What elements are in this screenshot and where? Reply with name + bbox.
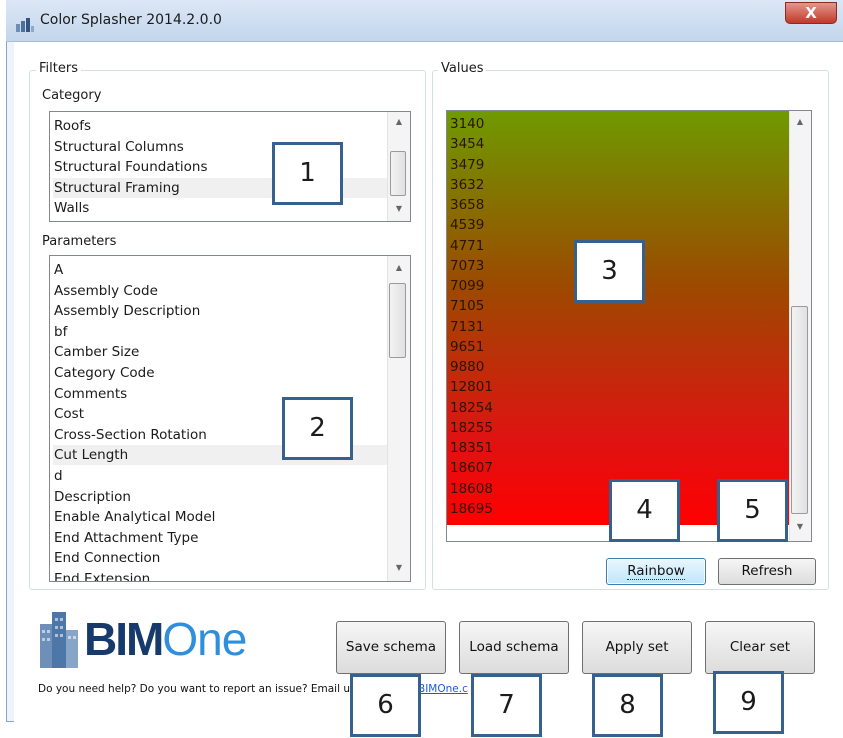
parameter-list-item[interactable]: Description — [53, 487, 388, 507]
parameters-scroll-thumb[interactable] — [389, 283, 406, 358]
bimone-building-icon — [32, 604, 88, 668]
value-list-item[interactable]: 3479 — [450, 155, 484, 176]
callout-4: 4 — [609, 479, 680, 542]
bimone-logo: BIMOne — [84, 613, 247, 665]
rainbow-button[interactable]: Rainbow — [606, 558, 706, 585]
close-button[interactable]: X — [785, 2, 837, 24]
value-list-item[interactable]: 9651 — [450, 337, 484, 358]
parameter-list-item[interactable]: A — [53, 260, 388, 280]
clear-set-button[interactable]: Clear set — [705, 621, 815, 674]
scroll-up-icon[interactable]: ▲ — [391, 263, 407, 272]
scroll-up-icon[interactable]: ▲ — [391, 117, 407, 126]
callout-8: 8 — [592, 674, 663, 737]
load-schema-button[interactable]: Load schema — [459, 621, 569, 674]
value-list-item[interactable]: 7073 — [450, 256, 484, 277]
rainbow-label: Rainbow — [627, 563, 685, 580]
parameter-list-item[interactable]: d — [53, 466, 388, 486]
callout-3: 3 — [574, 240, 645, 303]
parameter-list-item[interactable]: Category Code — [53, 363, 388, 383]
category-listbox[interactable]: Roofs Structural Columns Structural Founda… — [49, 111, 411, 222]
value-list-item[interactable]: 7131 — [450, 317, 484, 338]
category-label: Category — [42, 88, 102, 103]
value-list-item[interactable]: 3454 — [450, 134, 484, 155]
scroll-down-icon[interactable]: ▼ — [792, 522, 808, 531]
parameter-list-item[interactable]: Camber Size — [53, 342, 388, 362]
value-list-item[interactable]: 7099 — [450, 276, 484, 297]
value-list-item[interactable]: 12801 — [450, 377, 493, 398]
value-list-item[interactable]: 18607 — [450, 458, 493, 479]
callout-2: 2 — [282, 397, 353, 460]
value-list-item[interactable]: 4771 — [450, 236, 484, 257]
value-list-item[interactable]: 3658 — [450, 195, 484, 216]
parameter-list-item[interactable]: End Connection — [53, 548, 388, 568]
callout-7: 7 — [471, 674, 542, 737]
app-icon — [16, 18, 34, 32]
value-list-item[interactable]: 3140 — [450, 114, 484, 135]
logo-one-text: One — [162, 613, 247, 665]
parameters-listbox[interactable]: A Assembly Code Assembly Description bf Camb… — [49, 255, 411, 582]
save-schema-button[interactable]: Save schema — [336, 621, 446, 674]
refresh-button[interactable]: Refresh — [718, 558, 816, 585]
parameter-list-item[interactable]: End Extension — [53, 569, 388, 581]
value-list-item[interactable]: 18695 — [450, 499, 493, 520]
value-list-item[interactable]: 4539 — [450, 215, 484, 236]
values-scroll-thumb[interactable] — [791, 306, 808, 514]
support-email-link[interactable]: BIMOne.c — [418, 683, 468, 695]
value-list-item[interactable]: 18608 — [450, 479, 493, 500]
value-list-item[interactable]: 9880 — [450, 357, 484, 378]
callout-6: 6 — [350, 674, 421, 737]
callout-1: 1 — [272, 142, 343, 205]
close-icon: X — [805, 4, 817, 22]
scroll-down-icon[interactable]: ▼ — [391, 563, 407, 572]
value-list-item[interactable]: 3632 — [450, 175, 484, 196]
value-list-item[interactable]: 7105 — [450, 296, 484, 317]
callout-9: 9 — [713, 671, 784, 734]
callout-5: 5 — [717, 479, 788, 542]
parameter-list-item[interactable]: End Attachment Type — [53, 528, 388, 548]
scroll-up-icon[interactable]: ▲ — [792, 117, 808, 126]
apply-set-button[interactable]: Apply set — [582, 621, 692, 674]
values-gradient: 3140 3454 3479 3632 3658 4539 4771 7073 7099 7105… — [447, 111, 789, 525]
value-list-item[interactable]: 18255 — [450, 418, 493, 439]
parameter-list-item[interactable]: Assembly Code — [53, 281, 388, 301]
parameter-list-item[interactable]: Assembly Description — [53, 301, 388, 321]
scroll-down-icon[interactable]: ▼ — [391, 204, 407, 213]
help-text: Do you need help? Do you want to report … — [38, 683, 356, 695]
window-title: Color Splasher 2014.2.0.0 — [40, 12, 222, 28]
parameters-label: Parameters — [42, 234, 117, 249]
category-scroll-thumb[interactable] — [390, 151, 406, 196]
value-list-item[interactable]: 18254 — [450, 398, 493, 419]
values-legend: Values — [438, 61, 487, 76]
value-list-item[interactable]: 18351 — [450, 438, 493, 459]
parameter-list-item[interactable]: Enable Analytical Model — [53, 507, 388, 527]
category-list-item[interactable]: Roofs — [53, 116, 388, 136]
parameter-list-item[interactable]: bf — [53, 322, 388, 342]
logo-bim-text: BIM — [84, 613, 164, 665]
filters-legend: Filters — [36, 61, 81, 76]
